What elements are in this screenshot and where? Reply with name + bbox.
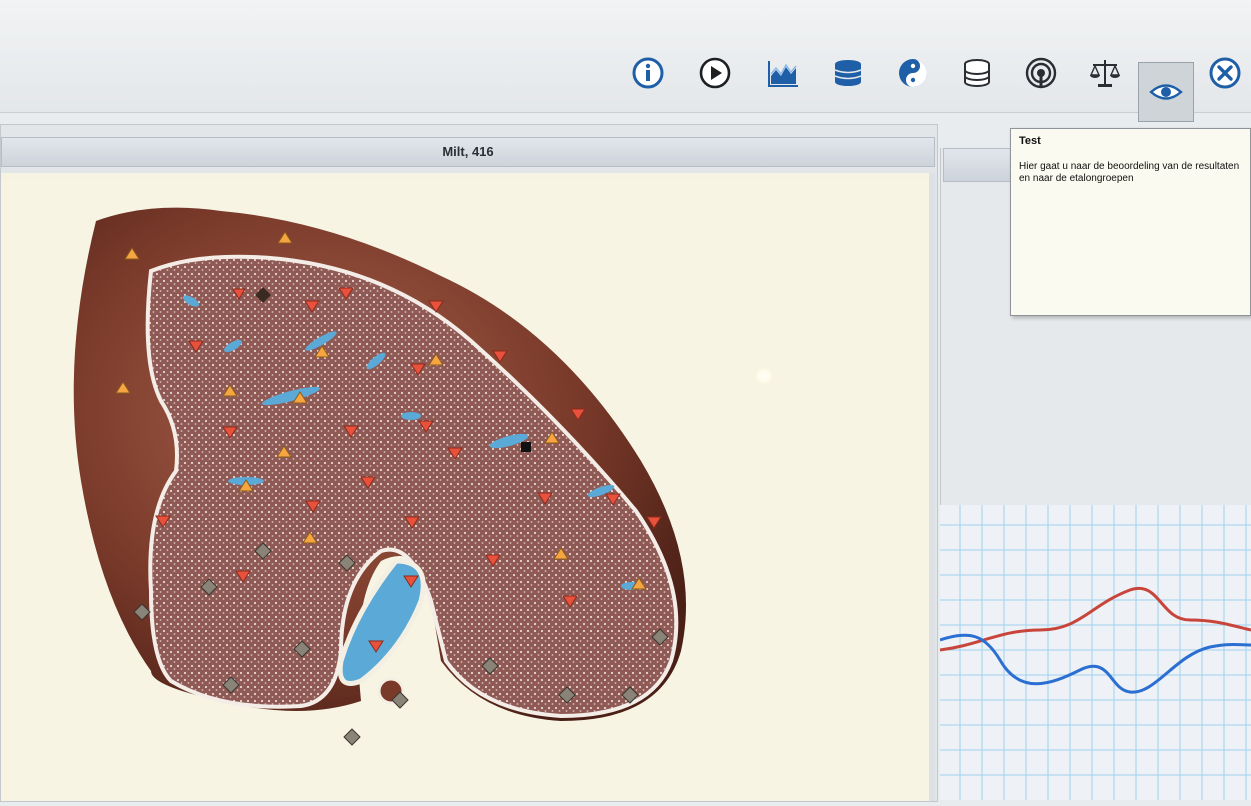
panel-title: Milt, 416 [1,137,935,167]
eye-button[interactable] [1138,62,1194,122]
info-icon [632,57,664,89]
yin-yang-icon [899,59,927,87]
signal-button[interactable] [1020,52,1062,94]
grid-lines [940,505,1251,800]
info-button[interactable] [627,52,669,94]
selected-marker[interactable] [521,442,531,452]
wave-chart-icon [768,61,798,87]
blue-wave [939,633,1251,694]
organ-viewer[interactable] [1,173,935,801]
red-wave [939,586,1251,652]
spleen-pulp [145,254,679,719]
database-stack-icon [834,60,862,86]
play-button[interactable] [694,52,736,94]
tooltip-title: Test [1019,135,1041,147]
tooltip: Test Hier gaat u naar de beoordeling van… [1010,128,1251,316]
yin-yang-button[interactable] [892,52,934,94]
screen-glare [756,368,772,384]
close-icon [1209,57,1241,89]
database-button[interactable] [956,52,998,94]
eye-icon [1149,84,1183,100]
waveform-chart [939,505,1251,800]
spleen-illustration [73,207,686,746]
toolbar [0,0,1251,122]
marker[interactable] [343,728,361,746]
viewer-canvas[interactable] [1,181,929,801]
waveform-svg [939,505,1251,800]
database-icon [964,59,990,87]
wave-chart-button[interactable] [762,52,804,94]
signal-broadcast-icon [1025,57,1057,89]
close-button[interactable] [1204,52,1246,94]
play-icon [699,57,731,89]
database-stack-button[interactable] [827,52,869,94]
scales-icon [1089,60,1121,87]
tooltip-text: Hier gaat u naar de beoordeling van de r… [1019,161,1240,184]
organ-panel: Milt, 416 [0,124,938,802]
scales-button[interactable] [1084,52,1126,94]
